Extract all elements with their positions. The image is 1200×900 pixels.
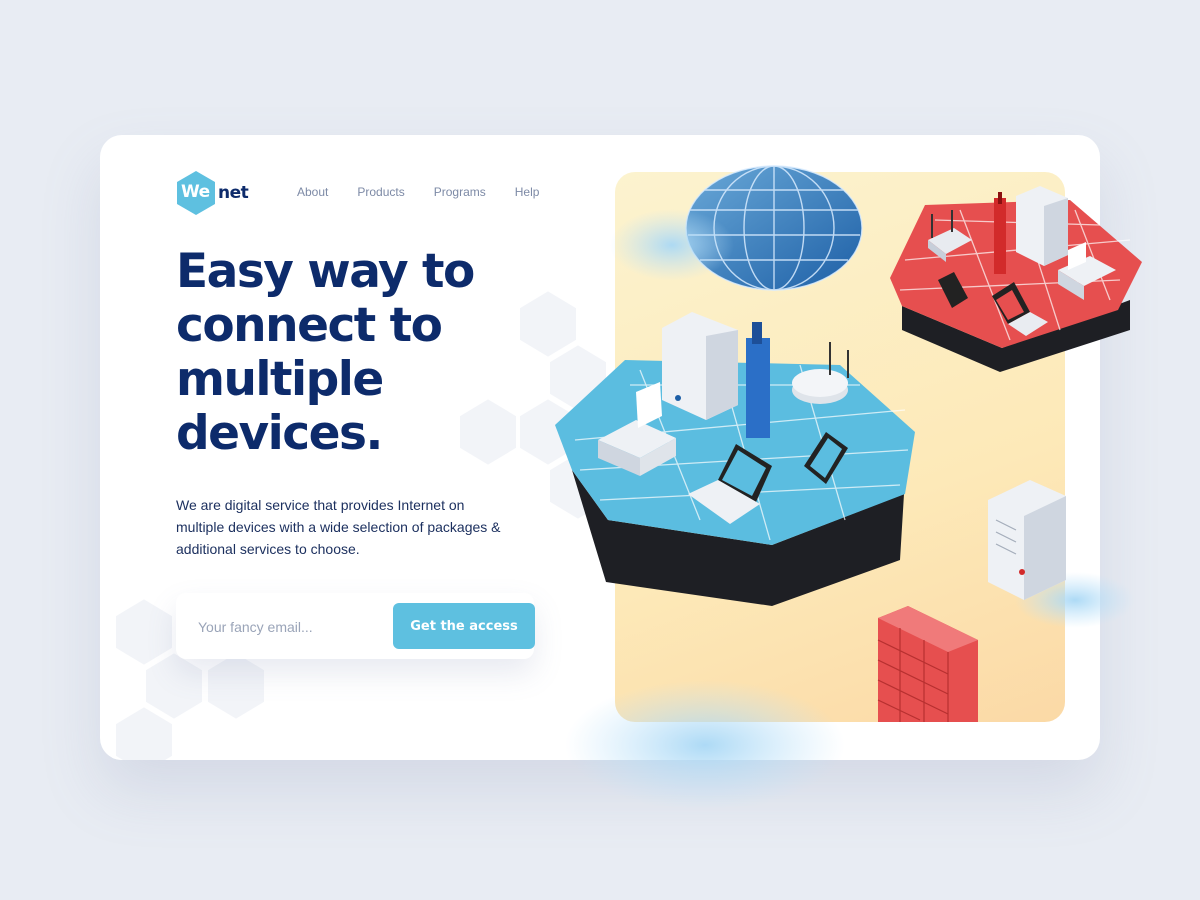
logo-mark-text: We [181,182,210,202]
nav-item-help[interactable]: Help [515,185,540,199]
main-nav: About Products Programs Help [297,185,568,199]
nav-item-products[interactable]: Products [357,185,404,199]
signup-form: Get the access [176,593,535,659]
brand-logo[interactable]: We net [176,170,249,216]
nav-item-programs[interactable]: Programs [434,185,486,199]
get-access-button[interactable]: Get the access [393,603,535,649]
hero-description: We are digital service that provides Int… [176,497,501,557]
hero-headline: Easy way to connect to multiple devices. [176,244,475,461]
landing-card: We net About Products Programs Help Easy… [100,135,1100,760]
page: We net About Products Programs Help Easy… [0,0,1200,900]
logo-hexagon-icon: We [176,170,216,216]
illustration-panel [615,172,1065,722]
nav-item-about[interactable]: About [297,185,328,199]
logo-word-text: net [218,183,249,203]
email-input[interactable] [196,613,390,641]
